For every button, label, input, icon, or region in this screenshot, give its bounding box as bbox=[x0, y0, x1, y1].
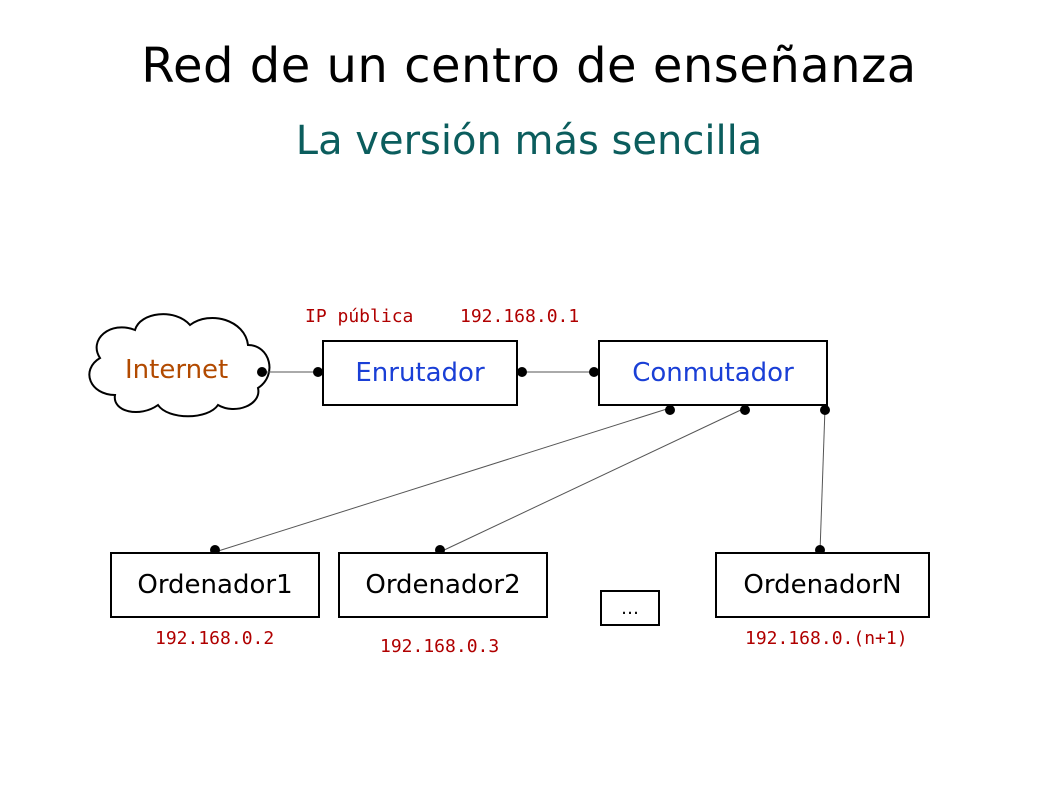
diagram-stage: Red de un centro de enseñanza La versión… bbox=[0, 0, 1058, 793]
label-pcn-ip: 192.168.0.(n+1) bbox=[745, 628, 908, 649]
page-title: Red de un centro de enseñanza bbox=[0, 38, 1058, 94]
label-pc1-ip: 192.168.0.2 bbox=[155, 628, 274, 649]
label-pc2-ip: 192.168.0.3 bbox=[380, 636, 499, 657]
label-router-wan-ip: IP pública bbox=[305, 306, 413, 327]
node-pcn: OrdenadorN bbox=[715, 552, 930, 618]
node-switch: Conmutador bbox=[598, 340, 828, 406]
page-subtitle: La versión más sencilla bbox=[0, 118, 1058, 164]
label-router-lan-ip: 192.168.0.1 bbox=[460, 306, 579, 327]
node-ellipsis: … bbox=[600, 590, 660, 626]
node-internet: Internet bbox=[125, 355, 228, 385]
node-router: Enrutador bbox=[322, 340, 518, 406]
node-pc2: Ordenador2 bbox=[338, 552, 548, 618]
node-pc1: Ordenador1 bbox=[110, 552, 320, 618]
